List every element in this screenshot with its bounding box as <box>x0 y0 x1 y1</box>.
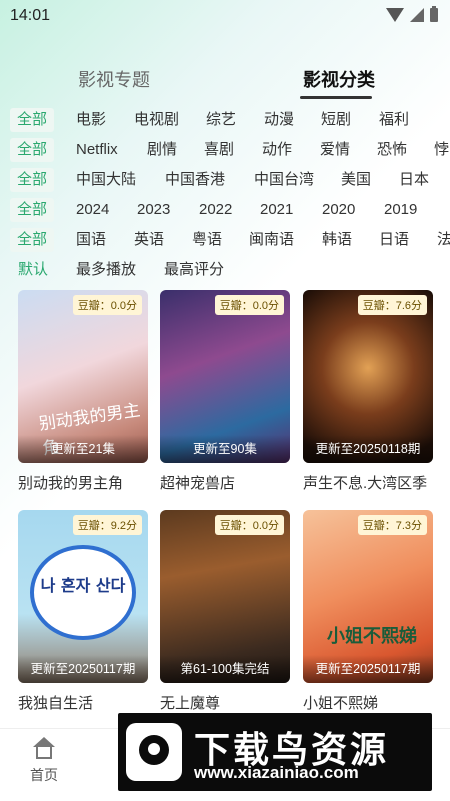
rating-badge: 豆瓣：0.0分 <box>214 295 284 315</box>
signal-icon <box>410 8 424 22</box>
rating-badge: 豆瓣：9.2分 <box>72 515 142 535</box>
status-bar: 14:01 <box>0 0 450 32</box>
filter-chip[interactable]: 闽南语 <box>249 228 294 252</box>
filter-chip[interactable]: 电影 <box>76 108 106 132</box>
filter-chip[interactable]: 2020 <box>322 198 355 222</box>
filter-chip[interactable]: 爱情 <box>320 138 350 162</box>
filter-all-chip[interactable]: 全部 <box>10 168 55 192</box>
nav-home-label: 首页 <box>30 767 58 783</box>
episode-status: 第61-100集完结 <box>160 655 290 683</box>
home-icon <box>31 737 57 761</box>
filter-all-chip[interactable]: 全部 <box>10 108 55 132</box>
rating-badge: 豆瓣：0.0分 <box>214 515 284 535</box>
filter-all-chip[interactable]: 全部 <box>10 138 55 162</box>
status-time: 14:01 <box>10 7 51 24</box>
episode-status: 更新至20250118期 <box>303 435 433 463</box>
filter-chip[interactable]: 中国台湾 <box>254 168 314 192</box>
poster-image[interactable]: 小姐不熙娣 豆瓣：7.3分 更新至20250117期 <box>303 510 433 683</box>
filter-row-year: 全部 2024 2023 2022 2021 2020 2019 <box>0 196 450 226</box>
filter-chip[interactable]: 动漫 <box>264 108 294 132</box>
filter-chip[interactable]: 喜剧 <box>204 138 234 162</box>
poster-image[interactable]: 别动我的男主角 豆瓣：0.0分 更新至21集 <box>18 290 148 463</box>
filter-chip[interactable]: 剧情 <box>147 138 177 162</box>
filter-all-chip[interactable]: 全部 <box>10 228 55 252</box>
poster-title-art: 나 혼자 산다 <box>40 576 126 595</box>
rating-badge: 豆瓣：0.0分 <box>72 295 142 315</box>
video-title[interactable]: 我独自生活 <box>18 692 93 713</box>
rating-badge: 豆瓣：7.3分 <box>357 515 427 535</box>
filter-panel: 全部 电影 电视剧 综艺 动漫 短剧 福利 全部 Netflix 剧情 喜剧 动… <box>0 106 450 286</box>
battery-icon <box>430 6 438 22</box>
filter-chip[interactable]: 粤语 <box>192 228 222 252</box>
poster-image[interactable]: 나 혼자 산다 豆瓣：9.2分 更新至20250117期 <box>18 510 148 683</box>
filter-chip[interactable]: 中国大陆 <box>76 168 136 192</box>
episode-status: 更新至21集 <box>18 435 148 463</box>
filter-chip[interactable]: 法 <box>437 228 450 252</box>
filter-chip[interactable]: 2021 <box>260 198 293 222</box>
tab-topics[interactable]: 影视专题 <box>78 66 150 92</box>
filter-chip[interactable]: 恐怖 <box>377 138 407 162</box>
sort-most-played[interactable]: 最多播放 <box>76 258 136 282</box>
filter-row-language: 全部 国语 英语 粤语 闽南语 韩语 日语 法 <box>0 226 450 256</box>
filter-chip[interactable]: 日语 <box>379 228 409 252</box>
video-title[interactable]: 无上魔尊 <box>160 692 220 713</box>
episode-status: 更新至90集 <box>160 435 290 463</box>
bird-logo-icon <box>126 723 182 781</box>
poster-image[interactable]: 豆瓣：0.0分 更新至90集 <box>160 290 290 463</box>
filter-row-type: 全部 电影 电视剧 综艺 动漫 短剧 福利 <box>0 106 450 136</box>
filter-chip[interactable]: 英语 <box>134 228 164 252</box>
video-title[interactable]: 别动我的男主角 <box>18 472 123 493</box>
video-title[interactable]: 超神宠兽店 <box>160 472 235 493</box>
filter-chip[interactable]: 2024 <box>76 198 109 222</box>
episode-status: 更新至20250117期 <box>303 655 433 683</box>
filter-row-genre: 全部 Netflix 剧情 喜剧 动作 爱情 恐怖 悖 <box>0 136 450 166</box>
filter-chip[interactable]: 国语 <box>76 228 106 252</box>
filter-chip[interactable]: 悖 <box>434 138 449 162</box>
filter-row-region: 全部 中国大陆 中国香港 中国台湾 美国 日本 <box>0 166 450 196</box>
video-title[interactable]: 小姐不熙娣 <box>303 692 378 713</box>
rating-badge: 豆瓣：7.6分 <box>357 295 427 315</box>
filter-chip[interactable]: Netflix <box>76 138 118 162</box>
watermark-url: www.xiazainiao.com <box>194 763 359 782</box>
nav-home[interactable]: 首页 <box>14 737 74 785</box>
status-icons <box>386 6 438 22</box>
tab-categories[interactable]: 影视分类 <box>303 66 375 92</box>
filter-chip[interactable]: 韩语 <box>322 228 352 252</box>
video-title[interactable]: 声生不息.大湾区季 <box>303 472 427 493</box>
filter-chip[interactable]: 美国 <box>341 168 371 192</box>
poster-title-art: 小姐不熙娣 <box>327 626 417 647</box>
filter-chip[interactable]: 2019 <box>384 198 417 222</box>
poster-image[interactable]: 豆瓣：7.6分 更新至20250118期 <box>303 290 433 463</box>
episode-status: 更新至20250117期 <box>18 655 148 683</box>
active-tab-indicator <box>300 96 372 99</box>
watermark-banner: 下载鸟资源 www.xiazainiao.com <box>118 713 432 791</box>
filter-chip[interactable]: 福利 <box>379 108 409 132</box>
sort-default[interactable]: 默认 <box>18 258 48 282</box>
filter-chip[interactable]: 电视剧 <box>134 108 179 132</box>
sort-top-rated[interactable]: 最高评分 <box>164 258 224 282</box>
filter-all-chip[interactable]: 全部 <box>10 198 55 222</box>
filter-chip[interactable]: 动作 <box>262 138 292 162</box>
filter-chip[interactable]: 2023 <box>137 198 170 222</box>
filter-chip[interactable]: 综艺 <box>206 108 236 132</box>
filter-chip[interactable]: 短剧 <box>321 108 351 132</box>
filter-chip[interactable]: 中国香港 <box>165 168 225 192</box>
poster-image[interactable]: 豆瓣：0.0分 第61-100集完结 <box>160 510 290 683</box>
filter-chip[interactable]: 2022 <box>199 198 232 222</box>
wifi-icon <box>386 8 404 22</box>
filter-chip[interactable]: 日本 <box>399 168 429 192</box>
top-tabs: 影视专题 影视分类 <box>0 66 450 100</box>
sort-row: 默认 最多播放 最高评分 <box>0 256 450 286</box>
